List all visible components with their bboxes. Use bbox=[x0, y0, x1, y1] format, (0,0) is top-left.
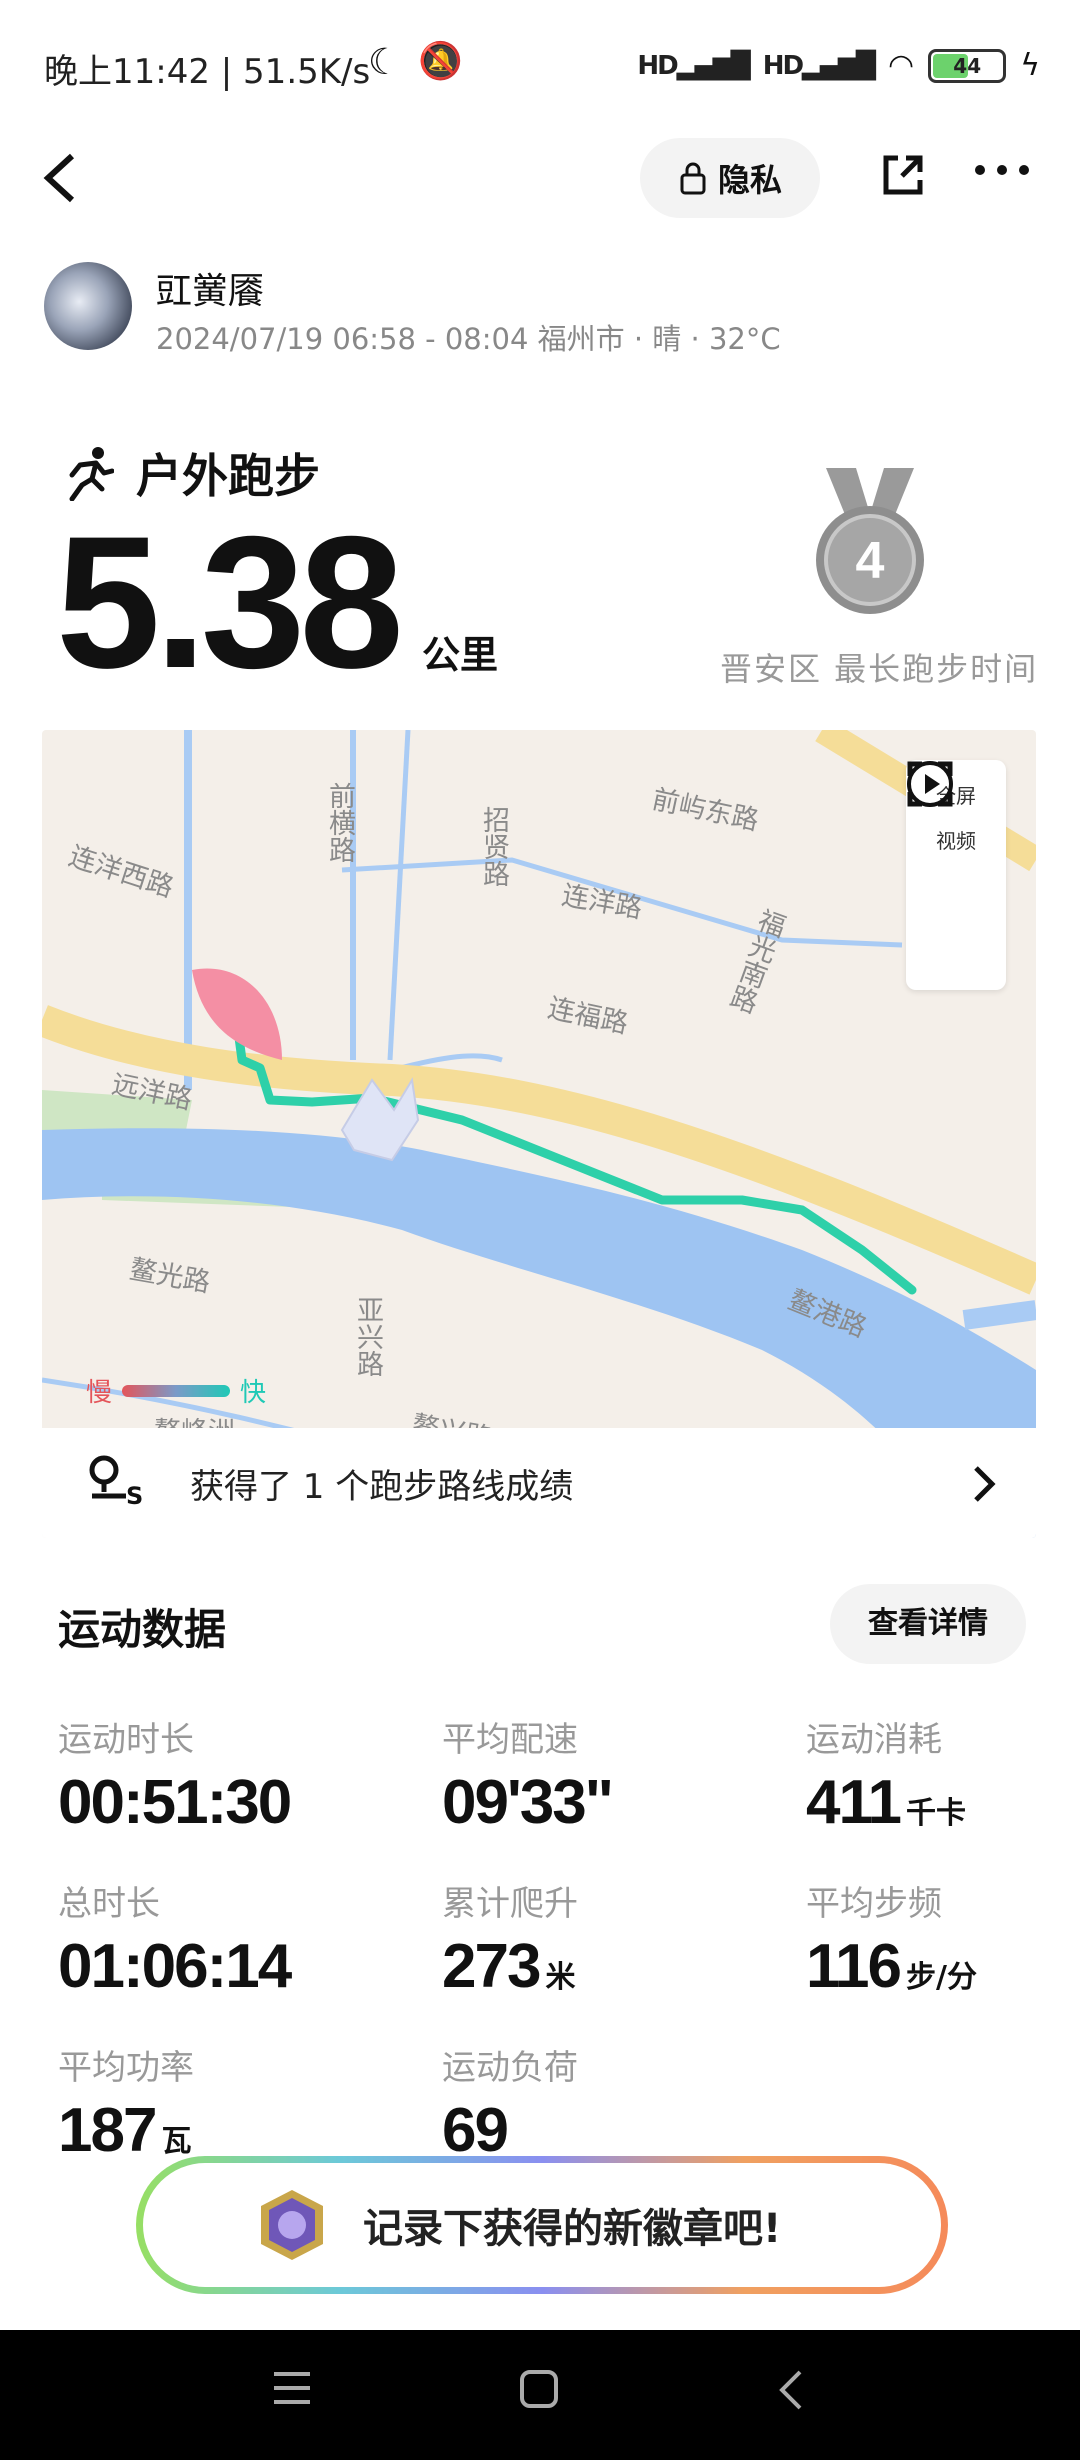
status-time-speed: 晚上11:42 | 51.5K/s bbox=[44, 52, 371, 92]
chevron-left-icon bbox=[43, 153, 75, 203]
pace-gradient-bar bbox=[122, 1384, 231, 1397]
header: 隐私 bbox=[0, 130, 1080, 230]
legend-slow: 慢 bbox=[86, 1378, 113, 1408]
stat-power: 平均功率 187 瓦 bbox=[58, 2040, 194, 2165]
home-button[interactable] bbox=[518, 2368, 562, 2423]
lock-icon bbox=[680, 162, 706, 195]
stat-label: 运动消耗 bbox=[806, 1720, 942, 1760]
activity-meta: 2024/07/19 06:58 - 08:04 福州市 · 晴 · 32°C bbox=[156, 322, 781, 356]
pace-legend: 慢 快 bbox=[86, 1372, 266, 1409]
stat-label: 累计爬升 bbox=[442, 1884, 578, 1924]
user-name: 豇黉餍 bbox=[156, 271, 265, 312]
stat-label: 平均步频 bbox=[806, 1884, 942, 1924]
route-map[interactable]: 连洋西路 前横路 招贤路 前屿东路 连洋路 福光南路 连福路 远洋路 鳌光路 亚… bbox=[42, 730, 1036, 1538]
system-nav-bar bbox=[0, 2330, 1080, 2460]
share-icon bbox=[883, 155, 923, 195]
stat-calories: 运动消耗 411 千卡 bbox=[806, 1712, 966, 1837]
privacy-button[interactable]: 隐私 bbox=[640, 138, 820, 218]
stat-value: 116 步/分 bbox=[806, 1932, 977, 2001]
video-label: 视频 bbox=[936, 829, 976, 853]
stat-avg-pace: 平均配速 09'33" bbox=[442, 1712, 614, 1837]
badge-icon bbox=[261, 2190, 323, 2260]
stat-value: 01:06:14 bbox=[58, 1932, 292, 2001]
stat-total-time: 总时长 01:06:14 bbox=[58, 1876, 292, 2001]
stat-value: 273 米 bbox=[442, 1932, 576, 2001]
more-button[interactable] bbox=[972, 140, 1032, 215]
privacy-label: 隐私 bbox=[717, 161, 782, 199]
menu-icon bbox=[274, 2372, 310, 2404]
stat-label: 平均功率 bbox=[58, 2048, 194, 2088]
legend-fast: 快 bbox=[240, 1378, 267, 1408]
wifi-icon: ◠ bbox=[888, 48, 915, 83]
back-nav-button[interactable] bbox=[776, 2368, 806, 2423]
mute-icon: 🔕 bbox=[418, 41, 463, 82]
video-button[interactable]: 视频 bbox=[906, 761, 1006, 854]
stat-elevation: 累计爬升 273 米 bbox=[442, 1876, 578, 2001]
route-achievement-text: 获得了 1 个跑步路线成绩 bbox=[190, 1466, 574, 1507]
distance-value: 5.38 bbox=[56, 497, 404, 707]
running-icon bbox=[69, 447, 114, 501]
section-title: 运动数据 bbox=[58, 1605, 227, 1654]
new-badge-inner: 记录下获得的新徽章吧! bbox=[143, 2163, 941, 2287]
road-label: 亚兴路 bbox=[352, 1296, 383, 1377]
signal-icon: HD▂▄▆█ bbox=[637, 50, 750, 81]
chevron-right-icon bbox=[974, 1466, 996, 1502]
back-button[interactable] bbox=[40, 148, 80, 223]
new-badge-banner[interactable]: 记录下获得的新徽章吧! bbox=[136, 2156, 948, 2294]
view-details-button[interactable]: 查看详情 bbox=[830, 1584, 1026, 1664]
stat-value: 09'33" bbox=[442, 1768, 614, 1837]
stat-label: 运动时长 bbox=[58, 1720, 194, 1760]
stat-label: 运动负荷 bbox=[442, 2048, 578, 2088]
map-controls: 全屏 视频 bbox=[906, 760, 1006, 990]
stat-value: 69 bbox=[442, 2096, 509, 2165]
route-achievement-banner[interactable]: S 获得了 1 个跑步路线成绩 bbox=[42, 1428, 1036, 1538]
route-pin-icon: S bbox=[89, 1455, 143, 1510]
status-bar: 晚上11:42 | 51.5K/s ☾ 🔕 HD▂▄▆█ HD▂▄▆█ ◠ 44… bbox=[0, 0, 1080, 140]
more-icon bbox=[975, 165, 1029, 175]
stat-value: 411 千卡 bbox=[806, 1768, 967, 1837]
svg-text:S: S bbox=[126, 1482, 143, 1510]
battery-icon: 44 bbox=[928, 48, 1007, 83]
stat-load: 运动负荷 69 bbox=[442, 2040, 578, 2165]
share-button[interactable] bbox=[878, 150, 928, 212]
road-label: 前横路 bbox=[324, 782, 355, 863]
stat-value: 187 瓦 bbox=[58, 2096, 192, 2165]
stat-label: 平均配速 bbox=[442, 1720, 578, 1760]
medal-caption: 晋安区 最长跑步时间 bbox=[720, 650, 1039, 688]
home-icon bbox=[520, 2370, 558, 2408]
moon-icon: ☾ bbox=[368, 42, 401, 83]
menu-button[interactable] bbox=[270, 2368, 314, 2419]
signal-icon: HD▂▄▆█ bbox=[762, 50, 876, 81]
avatar[interactable] bbox=[44, 262, 132, 350]
stat-duration: 运动时长 00:51:30 bbox=[58, 1712, 292, 1837]
stat-value: 00:51:30 bbox=[58, 1768, 292, 1837]
new-badge-text: 记录下获得的新徽章吧! bbox=[363, 2206, 782, 2252]
medal-icon[interactable]: 4 bbox=[812, 464, 928, 624]
charging-icon: ϟ bbox=[1020, 48, 1040, 83]
distance-unit: 公里 bbox=[422, 633, 499, 677]
stat-cadence: 平均步频 116 步/分 bbox=[806, 1876, 977, 2001]
medal-number: 4 bbox=[856, 532, 885, 590]
road-label: 招贤路 bbox=[478, 806, 509, 887]
stat-label: 总时长 bbox=[58, 1884, 160, 1924]
back-nav-icon bbox=[779, 2370, 802, 2410]
play-icon bbox=[907, 761, 953, 807]
